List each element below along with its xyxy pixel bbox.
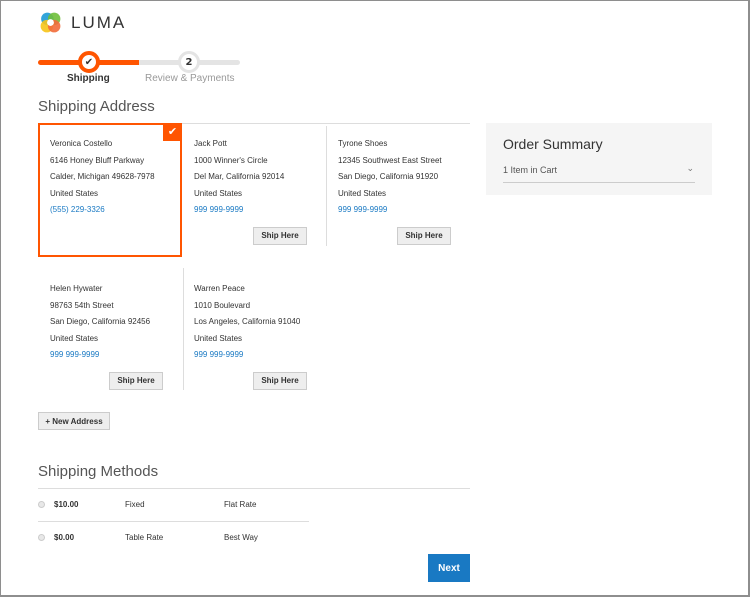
next-button[interactable]: Next xyxy=(428,554,470,582)
address-country: United States xyxy=(50,333,99,343)
shipping-method-radio[interactable] xyxy=(38,501,45,508)
shipping-method-radio[interactable] xyxy=(38,534,45,541)
address-card: Tyrone Shoes 12345 Southwest East Street… xyxy=(326,123,470,257)
brand-name: LUMA xyxy=(71,12,127,32)
address-card-selected[interactable]: ✔ Veronica Costello 6146 Honey Bluff Par… xyxy=(38,123,182,257)
method-price: $10.00 xyxy=(54,500,79,509)
order-summary-title: Order Summary xyxy=(503,136,603,152)
address-card: Warren Peace 1010 Boulevard Los Angeles,… xyxy=(182,268,326,402)
checkmark-icon: ✔ xyxy=(84,56,94,68)
address-name: Helen Hywater xyxy=(50,284,103,293)
address-phone-link[interactable]: 999 999-9999 xyxy=(194,202,284,219)
new-address-button[interactable]: + New Address xyxy=(38,412,110,430)
order-summary-panel: Order Summary 1 Item in Cart ⌄ xyxy=(486,123,712,195)
shipping-methods-title: Shipping Methods xyxy=(38,463,159,480)
address-phone-link[interactable]: 999 999-9999 xyxy=(194,347,300,364)
address-card: Helen Hywater 98763 54th Street San Dieg… xyxy=(38,268,182,402)
carrier-name: Flat Rate xyxy=(224,500,257,509)
address-card: Jack Pott 1000 Winner's Circle Del Mar, … xyxy=(182,123,326,257)
ship-here-button[interactable]: Ship Here xyxy=(109,372,163,390)
address-name: Warren Peace xyxy=(194,284,245,293)
address-city: San Diego, California 92456 xyxy=(50,317,151,326)
address-name: Jack Pott xyxy=(194,139,227,148)
address-street: 6146 Honey Bluff Parkway xyxy=(50,155,145,165)
step-shipping-indicator[interactable]: ✔ xyxy=(78,51,100,73)
address-city: Del Mar, California 92014 xyxy=(194,172,285,181)
address-country: United States xyxy=(194,188,243,198)
ship-here-button[interactable]: Ship Here xyxy=(253,372,307,390)
address-phone-link[interactable]: (555) 229-3326 xyxy=(50,202,155,219)
ship-here-button[interactable]: Ship Here xyxy=(253,227,307,245)
address-city: San Diego, California 91920 xyxy=(338,172,439,181)
step-shipping-label[interactable]: Shipping xyxy=(67,73,110,84)
address-street: 1000 Winner's Circle xyxy=(194,155,268,165)
order-summary-divider xyxy=(503,182,695,183)
address-street: 1010 Boulevard xyxy=(194,300,251,310)
method-name: Table Rate xyxy=(125,533,164,542)
address-street: 98763 54th Street xyxy=(50,300,114,310)
step-number: 2 xyxy=(185,56,193,68)
method-name: Fixed xyxy=(125,500,145,509)
step-review-label[interactable]: Review & Payments xyxy=(145,73,234,84)
address-country: United States xyxy=(338,188,387,198)
items-in-cart-toggle[interactable]: 1 Item in Cart xyxy=(503,165,557,175)
shipping-address-title: Shipping Address xyxy=(38,98,155,115)
step-review-indicator[interactable]: 2 xyxy=(178,51,200,73)
luma-logo[interactable]: LUMA xyxy=(38,10,126,35)
shipping-method-row[interactable]: $10.00 Fixed Flat Rate xyxy=(38,500,338,514)
address-phone-link[interactable]: 999 999-9999 xyxy=(338,202,442,219)
address-city: Los Angeles, California 91040 xyxy=(194,317,301,326)
method-price: $0.00 xyxy=(54,533,75,542)
chevron-down-icon[interactable]: ⌄ xyxy=(686,164,694,174)
address-name: Veronica Costello xyxy=(50,139,113,148)
shipping-methods-divider xyxy=(38,488,470,489)
address-phone-link[interactable]: 999 999-9999 xyxy=(50,347,150,364)
address-country: United States xyxy=(194,333,243,343)
address-name: Tyrone Shoes xyxy=(338,139,388,148)
selected-check-icon: ✔ xyxy=(163,123,182,141)
address-city: Calder, Michigan 49628-7978 xyxy=(50,172,155,181)
luma-logo-icon xyxy=(40,12,61,33)
shipping-method-row[interactable]: $0.00 Table Rate Best Way xyxy=(38,533,338,547)
address-street: 12345 Southwest East Street xyxy=(338,155,442,165)
checkout-progress: ✔ 2 Shipping Review & Payments xyxy=(38,49,240,89)
carrier-name: Best Way xyxy=(224,533,258,542)
method-row-divider xyxy=(38,521,309,522)
address-country: United States xyxy=(50,188,99,198)
ship-here-button[interactable]: Ship Here xyxy=(397,227,451,245)
